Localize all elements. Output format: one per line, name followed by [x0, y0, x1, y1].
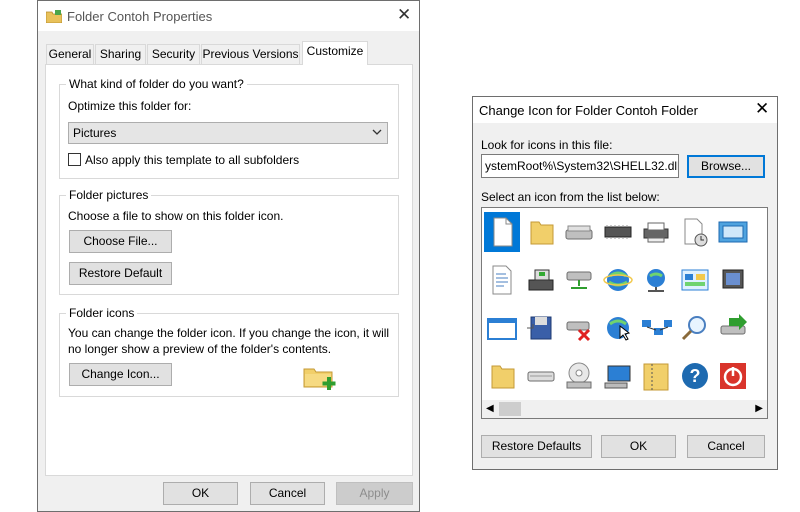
properties-dialog: Folder Contoh Properties ✕ General Shari…	[37, 0, 420, 512]
folder-pictures-description: Choose a file to show on this folder ico…	[68, 209, 284, 223]
folder-icon	[45, 10, 63, 26]
network-nodes-icon[interactable]	[638, 308, 674, 348]
floppy-save-icon[interactable]	[523, 308, 559, 348]
zip-folder-icon[interactable]	[638, 356, 674, 396]
restore-default-button[interactable]: Restore Default	[69, 262, 172, 285]
text-document-icon[interactable]	[484, 260, 520, 300]
scroll-left-icon[interactable]: ◀	[486, 403, 494, 414]
help-icon[interactable]: ?	[677, 356, 713, 396]
optimize-select[interactable]: Pictures	[68, 122, 388, 144]
change-icon-title: Change Icon for Folder Contoh Folder	[479, 103, 698, 118]
apply-subfolders-checkbox[interactable]	[68, 153, 81, 166]
globe-network-icon[interactable]	[638, 260, 674, 300]
tab-customize[interactable]: Customize	[302, 41, 368, 65]
close-icon[interactable]: ✕	[755, 99, 769, 119]
folder-pictures-group-label: Folder pictures	[66, 188, 152, 202]
drive-arrow-icon[interactable]	[715, 308, 751, 348]
chevron-down-icon	[371, 126, 383, 141]
screen-shield-icon[interactable]	[715, 260, 751, 300]
choose-file-button[interactable]: Choose File...	[69, 230, 172, 253]
globe-icon[interactable]	[600, 260, 636, 300]
memory-chip-icon[interactable]	[600, 212, 636, 252]
power-icon[interactable]	[715, 356, 751, 396]
folder-icon[interactable]	[484, 356, 520, 396]
magnifier-icon[interactable]	[677, 308, 713, 348]
optimize-label: Optimize this folder for:	[68, 99, 192, 113]
hard-drive-icon[interactable]	[561, 212, 597, 252]
clock-document-icon[interactable]	[677, 212, 713, 252]
drive-removed-icon[interactable]	[561, 308, 597, 348]
printer-icon[interactable]	[638, 212, 674, 252]
icon-list[interactable]: ? ◀ ▶	[481, 207, 768, 419]
ok-button[interactable]: OK	[163, 482, 238, 505]
scroll-thumb[interactable]	[499, 402, 521, 416]
horizontal-scrollbar[interactable]: ◀ ▶	[482, 400, 767, 418]
tab-security[interactable]: Security	[147, 44, 200, 64]
control-panel-icon[interactable]	[677, 260, 713, 300]
network-drive-icon[interactable]	[561, 260, 597, 300]
scroll-right-icon[interactable]: ▶	[755, 403, 763, 414]
computer-with-disk-icon[interactable]	[523, 260, 559, 300]
shortcut-icon[interactable]	[754, 260, 768, 300]
folder-icons-description-line2: no longer show a preview of the folder's…	[68, 342, 332, 356]
change-icon-dialog: Change Icon for Folder Contoh Folder ✕ L…	[472, 96, 778, 470]
folder-type-group-label: What kind of folder do you want?	[66, 77, 247, 91]
close-icon[interactable]: ✕	[397, 5, 411, 25]
apply-subfolders-label[interactable]: Also apply this template to all subfolde…	[85, 153, 299, 167]
change-icon-titlebar: Change Icon for Folder Contoh Folder ✕	[473, 97, 777, 123]
partial-icon[interactable]	[754, 212, 768, 252]
folder-add-icon	[303, 365, 337, 394]
properties-title: Folder Contoh Properties	[67, 9, 213, 24]
window-frame-icon[interactable]	[715, 212, 751, 252]
folder-icon[interactable]	[523, 212, 559, 252]
optical-disc-icon[interactable]	[561, 356, 597, 396]
select-icon-label: Select an icon from the list below:	[481, 190, 660, 204]
cancel-button[interactable]: Cancel	[250, 482, 325, 505]
application-window-icon[interactable]	[484, 308, 520, 348]
look-for-icons-label: Look for icons in this file:	[481, 138, 613, 152]
globe-pointer-icon[interactable]	[600, 308, 636, 348]
optimize-select-value: Pictures	[73, 126, 117, 140]
partial-icon[interactable]	[754, 308, 768, 348]
computer-monitor-icon[interactable]	[600, 356, 636, 396]
icon-grid: ?	[482, 208, 767, 400]
restore-defaults-button[interactable]: Restore Defaults	[481, 435, 592, 458]
file-path-input[interactable]: ystemRoot%\System32\SHELL32.dll	[481, 154, 679, 178]
tab-sharing[interactable]: Sharing	[95, 44, 146, 64]
browse-button[interactable]: Browse...	[687, 155, 765, 178]
tab-general[interactable]: General	[46, 44, 94, 64]
change-icon-ok-button[interactable]: OK	[601, 435, 676, 458]
apply-button: Apply	[336, 482, 413, 505]
change-icon-button[interactable]: Change Icon...	[69, 363, 172, 386]
properties-titlebar: Folder Contoh Properties ✕	[38, 1, 419, 31]
tab-previous-versions[interactable]: Previous Versions	[201, 44, 300, 64]
cd-drive-icon[interactable]	[523, 356, 559, 396]
folder-icons-group-label: Folder icons	[66, 306, 138, 320]
file-path-value: ystemRoot%\System32\SHELL32.dll	[485, 159, 679, 173]
change-icon-cancel-button[interactable]: Cancel	[687, 435, 765, 458]
svg-text:?: ?	[689, 366, 700, 386]
blank-document-icon[interactable]	[484, 212, 520, 252]
partial-icon[interactable]	[754, 356, 768, 396]
folder-icons-description-line1: You can change the folder icon. If you c…	[68, 326, 390, 340]
